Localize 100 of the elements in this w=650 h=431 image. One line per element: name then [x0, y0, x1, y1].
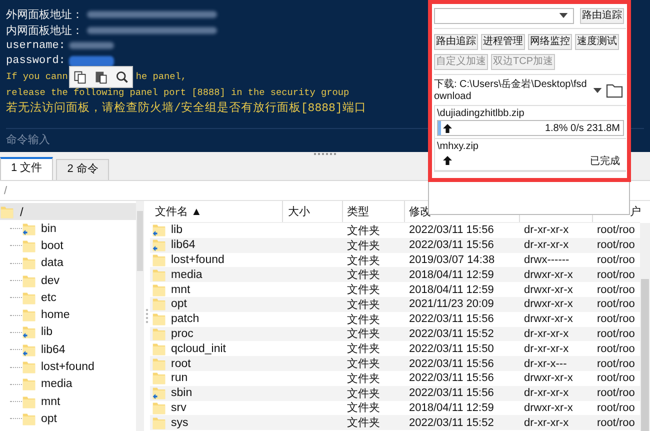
table-cell-text: root/roo — [596, 239, 636, 252]
folder-icon — [22, 238, 36, 253]
file-name[interactable]: media — [171, 268, 202, 281]
column-header[interactable]: 大小 — [283, 201, 343, 222]
linked-folder-icon — [22, 342, 36, 357]
terminal-text: 外网面板地址： — [6, 8, 83, 22]
dropdown[interactable] — [434, 8, 574, 24]
file-name[interactable]: root — [171, 358, 191, 370]
trace-button[interactable]: 路由追踪 — [580, 8, 624, 24]
folder-icon — [22, 360, 36, 374]
table-cell-text: 2022/03/11 15:56 — [408, 372, 495, 384]
table-cell-text: dr-xr-xr-x — [523, 328, 570, 340]
folder-icon — [152, 312, 166, 326]
tab[interactable]: 1 文件 — [0, 157, 54, 180]
redacted-value — [69, 56, 114, 67]
folder-icon — [152, 252, 166, 267]
table-cell-text: 2018/04/11 12:59 — [408, 402, 495, 414]
tree-item[interactable]: data — [41, 257, 64, 270]
folder-icon — [22, 308, 36, 322]
file-name[interactable]: run — [171, 372, 188, 384]
table-cell-text: 2018/04/11 12:59 — [408, 268, 495, 281]
table-cell-text: dr-xr-xr-x — [523, 239, 570, 252]
table-cell-text: drwxr-xr-x — [523, 284, 574, 296]
table-cell-text: 文件夹 — [346, 416, 381, 430]
caret-icon — [593, 88, 602, 93]
table-cell-text: root/roo — [596, 224, 636, 236]
table-cell-text: dr-xr-xr-x — [523, 416, 570, 429]
table-cell-text: dr-xr-xr-x — [523, 387, 570, 400]
folder-icon — [152, 371, 166, 386]
tool-button[interactable]: 速度测试 — [575, 34, 619, 50]
scrollbar-thumb[interactable] — [641, 279, 649, 431]
table-cell-text: 文件夹 — [346, 238, 381, 253]
tree-item[interactable]: dev — [41, 274, 60, 287]
tree-item[interactable]: media — [41, 378, 72, 390]
folder-icon — [22, 377, 36, 392]
redacted-value — [69, 42, 114, 50]
terminal-text: 内网面板地址： — [6, 24, 83, 38]
file-name[interactable]: sys — [171, 416, 188, 429]
file-name[interactable]: lib — [171, 224, 183, 236]
file-name[interactable]: qcloud_init — [171, 342, 226, 355]
file-name[interactable]: lib64 — [171, 239, 196, 252]
table-cell-text: root/roo — [596, 342, 636, 355]
folder-icon — [152, 282, 166, 297]
terminal-text: password: — [6, 55, 66, 68]
table-cell-text: dr-xr-xr-x — [523, 342, 570, 355]
table-cell-text: 2022/03/11 15:56 — [408, 239, 495, 252]
folder-icon — [152, 297, 166, 312]
file-name[interactable]: proc — [171, 328, 194, 340]
tool-button[interactable]: 进程管理 — [481, 34, 525, 50]
folder-icon — [152, 356, 166, 371]
table-cell-text: drwxr-xr-x — [523, 268, 574, 281]
column-header[interactable]: 文件名 ▲ — [150, 201, 283, 222]
caret-icon — [559, 13, 568, 18]
tree-item[interactable]: / — [0, 203, 136, 220]
tree-item[interactable]: boot — [41, 240, 64, 252]
tool-button[interactable]: 网络监控 — [528, 34, 572, 50]
table-cell-text: drwxr-xr-x — [523, 298, 574, 310]
file-name[interactable]: sbin — [171, 387, 192, 400]
tab[interactable]: 2 命令 — [56, 159, 110, 180]
file-name[interactable]: srv — [171, 402, 186, 414]
table-cell-text: 2022/03/11 15:50 — [408, 342, 495, 355]
linked-folder-icon — [152, 386, 166, 400]
upload-arrow-icon — [443, 124, 452, 132]
file-name[interactable]: patch — [171, 313, 200, 326]
folder-icon — [22, 274, 36, 288]
table-cell-text: 2021/11/23 20:09 — [408, 298, 495, 310]
table-cell-text: 2022/03/11 15:52 — [408, 328, 495, 340]
tree-item[interactable]: etc — [41, 292, 56, 304]
folder-icon — [152, 400, 166, 415]
table-cell-text: 2022/03/11 15:56 — [408, 313, 495, 326]
table-cell-text: root/roo — [596, 372, 636, 384]
path-field[interactable]: / — [4, 184, 8, 196]
table-cell-text: root/roo — [596, 313, 636, 326]
table-cell-text: root/roo — [596, 402, 636, 414]
terminal-text: If you cann — [6, 71, 68, 82]
table-cell-text: 文件夹 — [346, 326, 381, 342]
column-header[interactable]: 类型 — [343, 201, 405, 222]
linked-folder-icon — [22, 222, 36, 236]
tree-item[interactable]: mnt — [41, 396, 60, 408]
file-name[interactable]: lost+found — [171, 254, 224, 266]
file-name[interactable]: opt — [171, 298, 187, 310]
tree-item[interactable]: opt — [41, 412, 57, 425]
transfer-name: \mhxy.zip — [437, 140, 480, 153]
table-cell-text: root/roo — [596, 298, 636, 310]
terminal-text: 若无法访问面板，请检查防火墙/安全组是否有放行面板[8888]端口 — [6, 100, 366, 116]
file-name[interactable]: mnt — [171, 284, 190, 296]
tree-item[interactable]: bin — [41, 222, 56, 235]
tool-button[interactable]: 路由追踪 — [434, 34, 478, 50]
tree-item[interactable]: lost+found — [41, 361, 94, 374]
tree-item[interactable]: lib64 — [41, 344, 66, 356]
table-cell-text: 文件夹 — [346, 254, 381, 268]
tree-item[interactable]: lib — [41, 326, 53, 338]
table-cell-text: 2019/03/07 14:38 — [408, 254, 496, 266]
paste-icon — [94, 70, 108, 84]
terminal-text: username: — [6, 40, 66, 52]
tree-item[interactable]: home — [41, 309, 70, 322]
scrollbar-thumb[interactable] — [137, 211, 143, 271]
table-cell-text: 文件夹 — [346, 356, 381, 372]
table-cell-text: 文件夹 — [346, 372, 381, 386]
upload-arrow-icon — [443, 156, 452, 165]
